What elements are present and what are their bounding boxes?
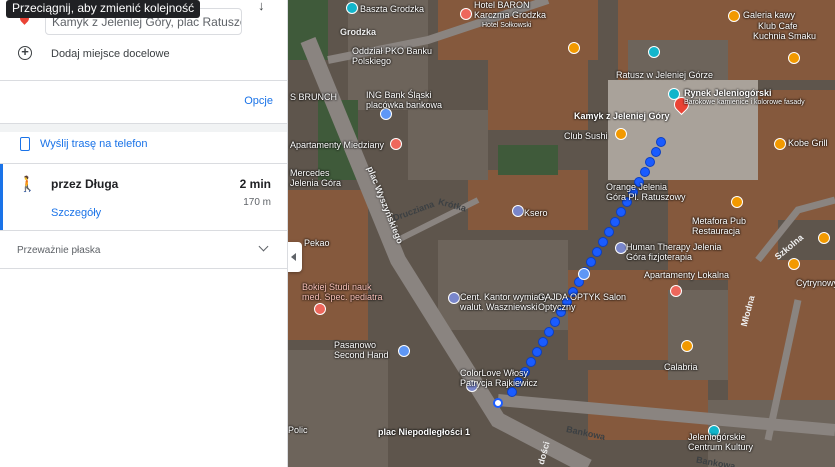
map-label: Bokiej Studi nauk med. Spec. pediatra xyxy=(302,282,383,302)
map-label: Rynek Jeleniogórski xyxy=(684,88,772,98)
map-label: Barokowe kamienice i kolorowe fasady xyxy=(684,99,805,106)
map-label: Cytrynowy P xyxy=(796,278,835,288)
map-label: Metafora Pub Restauracja xyxy=(692,216,747,236)
route-time: 2 min xyxy=(239,177,271,191)
map-label: Ksero xyxy=(524,208,548,218)
map-label: Hotel BARON xyxy=(474,0,530,10)
restaurant-poi-icon[interactable] xyxy=(774,138,786,150)
divider xyxy=(0,80,287,81)
send-route-label: Wyślij trasę na telefon xyxy=(40,138,148,150)
map-label: Apartamenty Miedziany xyxy=(290,140,385,150)
chevron-down-icon[interactable] xyxy=(258,241,269,252)
hotel-poi-icon[interactable] xyxy=(390,138,402,150)
add-destination-label: Dodaj miejsce docelowe xyxy=(51,48,170,60)
section-divider xyxy=(0,123,287,132)
map-label: Galeria kawy xyxy=(743,10,796,20)
options-button[interactable]: Opcje xyxy=(244,95,273,107)
restaurant-poi-icon[interactable] xyxy=(681,340,693,352)
map-label: Kobe Grill xyxy=(788,138,828,148)
map-label: Pasanowo Second Hand xyxy=(334,340,389,360)
route-via: przez Długa xyxy=(51,177,119,191)
map-label: Klub Cafe xyxy=(758,21,798,31)
swap-arrow-icon[interactable]: ↓ xyxy=(258,0,265,13)
send-route-to-phone-button[interactable]: Wyślij trasę na telefon xyxy=(16,135,276,155)
health-poi-icon[interactable] xyxy=(314,303,326,315)
map-label: Human Therapy Jelenia Góra fizjoterapia xyxy=(626,242,722,262)
map-label: ColorLove Włosy Patrycja Rajkiewicz xyxy=(460,368,538,388)
collapse-panel-button[interactable] xyxy=(288,242,302,272)
map-label: Calabria xyxy=(664,362,698,372)
restaurant-poi-icon[interactable] xyxy=(788,258,800,270)
destination-label: Kamyk z Jeleniej Góry xyxy=(574,111,670,121)
phone-icon xyxy=(20,137,30,151)
walking-icon: 🚶 xyxy=(18,176,37,193)
restaurant-poi-icon[interactable] xyxy=(788,52,800,64)
route-option[interactable]: 🚶 przez Długa 2 min 170 m Szczegóły xyxy=(0,164,287,230)
selected-route-indicator xyxy=(0,164,3,230)
map-label: Ratusz w Jeleniej Górze xyxy=(616,70,714,80)
divider xyxy=(0,230,287,231)
restaurant-poi-icon[interactable] xyxy=(818,232,830,244)
map-label: S BRUNCH xyxy=(290,92,338,102)
route-distance: 170 m xyxy=(243,197,271,208)
map-label: ING Bank Śląski placówka bankowa xyxy=(366,90,443,110)
map-label: Club Sushi xyxy=(564,131,608,141)
map-label: Oddział PKO Banku Polskiego xyxy=(352,46,433,66)
restaurant-poi-icon[interactable] xyxy=(615,128,627,140)
add-destination-button[interactable]: + Dodaj miejsce docelowe xyxy=(16,45,276,65)
street-label: Grodzka xyxy=(340,27,377,37)
restaurant-poi-icon[interactable] xyxy=(568,42,580,54)
cafe-poi-icon[interactable] xyxy=(728,10,740,22)
route-details-link[interactable]: Szczegóły xyxy=(51,207,101,219)
hotel-poi-icon[interactable] xyxy=(670,285,682,297)
map-label: Mercedes Jelenia Góra xyxy=(290,168,342,188)
map-label: Baszta Grodzka xyxy=(360,4,425,14)
shop-poi-icon[interactable] xyxy=(512,205,524,217)
drag-tooltip: Przeciągnij, aby zmienić kolejność xyxy=(6,0,201,18)
divider xyxy=(0,268,287,269)
shop-poi-icon[interactable] xyxy=(448,292,460,304)
map-label: Jeleniogórskie Centrum Kultury xyxy=(688,432,754,452)
landmark-poi-icon[interactable] xyxy=(648,46,660,58)
map-view[interactable]: Baszta Grodzka Hotel BARON Karczma Grodz… xyxy=(288,0,835,467)
chevron-left-icon xyxy=(291,253,296,261)
map-label: GAJDA OPTYK Salon Optyczny xyxy=(538,292,627,312)
map-label: plac Niepodległości 1 xyxy=(378,427,471,437)
map-label: Orange Jelenia Góra Pl. Ratuszowy xyxy=(606,182,686,202)
map-label: Pekao xyxy=(304,238,330,248)
map-label: Polic xyxy=(288,425,308,435)
terrain-info: Przeważnie płaska xyxy=(17,245,101,256)
map-label: Hotel Sołkowski xyxy=(482,22,532,29)
map-label: Karczma Grodzka xyxy=(474,10,547,20)
map-label: Kuchnia Smaku xyxy=(753,31,817,41)
restaurant-poi-icon[interactable] xyxy=(731,196,743,208)
landmark-poi-icon[interactable] xyxy=(668,88,680,100)
hotel-poi-icon[interactable] xyxy=(460,8,472,20)
plus-circle-icon: + xyxy=(18,45,32,60)
map-label: Apartamenty Lokalna xyxy=(644,270,730,280)
directions-panel: Przeciągnij, aby zmienić kolejność ↓ Kam… xyxy=(0,0,288,467)
shop-poi-icon[interactable] xyxy=(578,268,590,280)
monument-poi-icon[interactable] xyxy=(346,2,358,14)
